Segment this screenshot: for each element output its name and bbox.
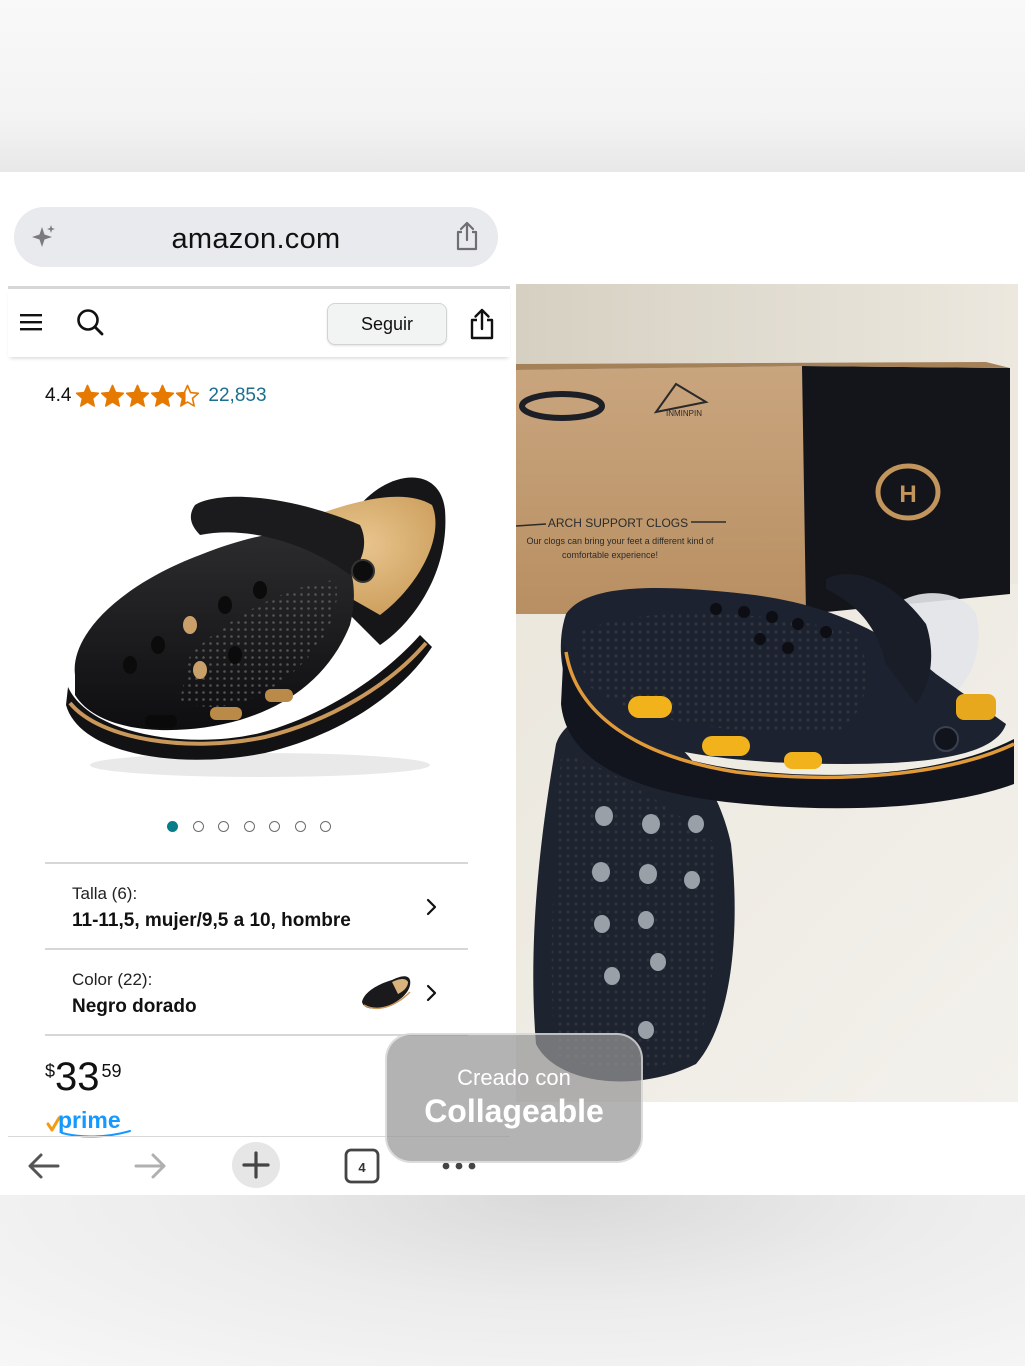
star-icon (176, 384, 200, 407)
price-currency: $ (45, 1061, 56, 1081)
tab-count: 4 (358, 1160, 366, 1175)
chevron-right-icon[interactable] (426, 898, 438, 916)
box-text-line1: Our clogs can bring your feet a differen… (527, 536, 714, 546)
search-icon[interactable] (76, 307, 104, 337)
back-arrow-icon[interactable] (26, 1144, 62, 1188)
carousel-dot[interactable] (294, 821, 306, 832)
image-carousel-dots[interactable] (167, 821, 346, 832)
prime-logo: prime (46, 1107, 131, 1138)
box-brand: INMINPIN (666, 409, 702, 418)
box-text-line2: comfortable experience! (562, 550, 658, 560)
box-heading: ARCH SUPPORT CLOGS (548, 516, 688, 530)
star-rating (75, 384, 200, 409)
star-icon (101, 384, 125, 407)
top-backdrop (0, 0, 1025, 172)
url-text[interactable]: amazon.com (14, 223, 498, 256)
prime-label: prime (58, 1107, 121, 1133)
follow-button[interactable]: Seguir (327, 303, 447, 345)
product-photo: H INMINPIN ARCH SUPPORT CLOGS Our clogs … (516, 284, 1018, 1102)
carousel-dot[interactable] (243, 821, 255, 832)
watermark-line2: Collageable (424, 1093, 604, 1129)
star-icon (126, 384, 150, 407)
rating-value: 4.4 (45, 385, 72, 406)
bottom-backdrop (0, 1195, 1025, 1366)
star-icon (76, 384, 100, 407)
color-value: Negro dorado (72, 996, 197, 1017)
price: $ 33 59 (45, 1055, 122, 1099)
divider (45, 948, 468, 950)
hamburger-menu-icon[interactable] (20, 313, 42, 331)
collageable-watermark: Creado con Collageable (385, 1033, 643, 1163)
star-icon (151, 384, 175, 407)
forward-arrow-icon[interactable] (132, 1144, 168, 1188)
carousel-dot[interactable] (167, 821, 178, 832)
svg-text:H: H (899, 481, 916, 508)
plus-icon (242, 1151, 270, 1179)
divider (45, 862, 468, 864)
product-image[interactable] (60, 465, 455, 785)
carousel-dot[interactable] (192, 821, 204, 832)
carousel-dot[interactable] (218, 821, 229, 832)
carousel-dot[interactable] (320, 821, 331, 832)
chevron-right-icon[interactable] (426, 984, 438, 1002)
price-fraction: 59 (101, 1061, 122, 1081)
color-label: Color (22): (72, 970, 153, 989)
size-label: Talla (6): (72, 884, 138, 903)
address-bar[interactable]: amazon.com (14, 207, 498, 267)
size-value: 11-11,5, mujer/9,5 a 10, hombre (72, 910, 351, 931)
carousel-dot[interactable] (269, 821, 280, 832)
amazon-nav-bar: Seguir (8, 289, 510, 357)
price-whole: 33 (55, 1055, 100, 1099)
share-icon[interactable] (469, 308, 495, 340)
review-count-link[interactable]: 22,853 (208, 385, 266, 407)
color-swatch-thumbnail[interactable] (358, 970, 414, 1014)
share-icon[interactable] (454, 221, 480, 251)
watermark-line1: Creado con (457, 1065, 571, 1090)
new-tab-button[interactable] (232, 1142, 280, 1188)
rating-row[interactable]: 4.4 22,853 (45, 382, 267, 410)
